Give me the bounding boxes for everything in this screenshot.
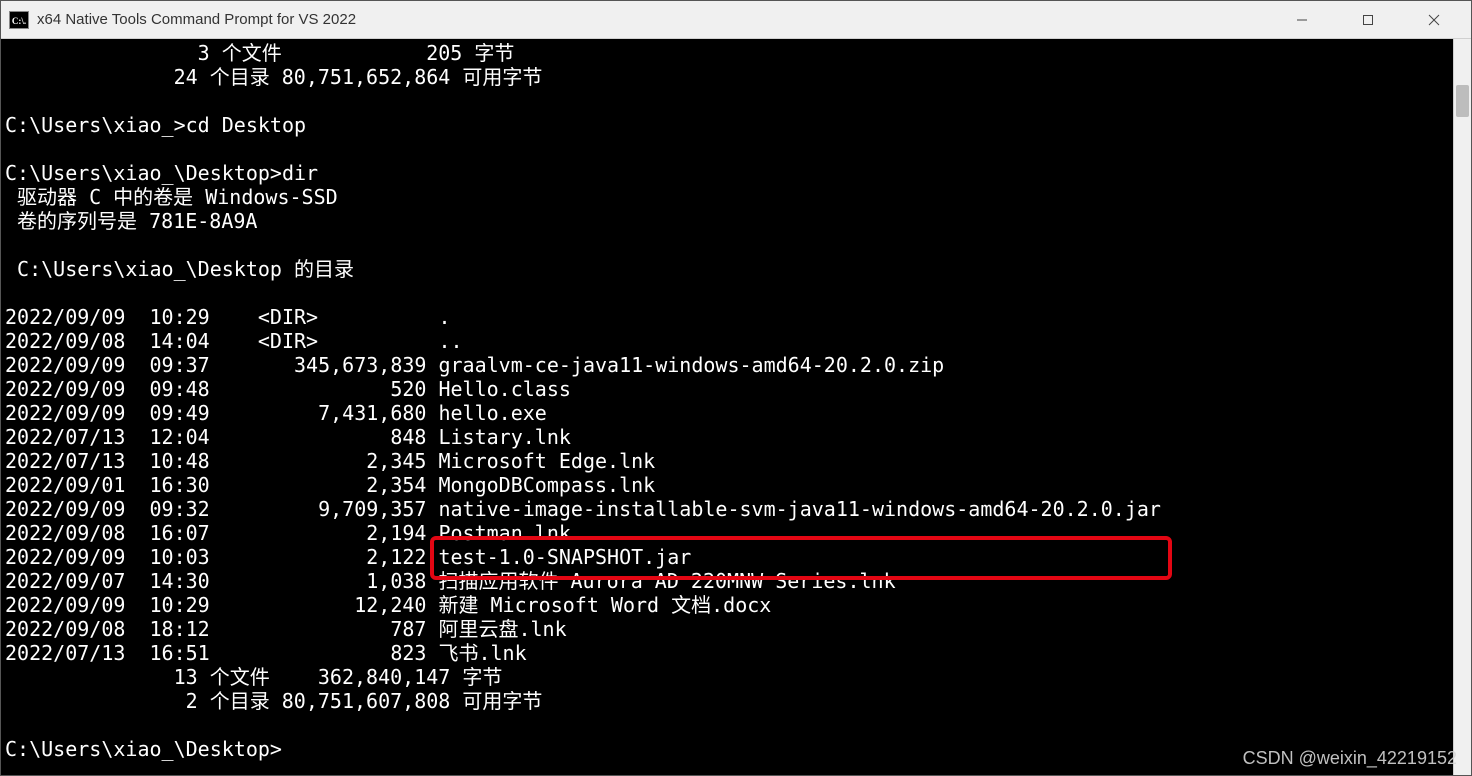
minimize-button[interactable]: [1269, 2, 1335, 38]
titlebar[interactable]: C:\. x64 Native Tools Command Prompt for…: [1, 1, 1471, 39]
maximize-button[interactable]: [1335, 2, 1401, 38]
close-button[interactable]: [1401, 2, 1467, 38]
app-window: C:\. x64 Native Tools Command Prompt for…: [0, 0, 1472, 776]
window-title: x64 Native Tools Command Prompt for VS 2…: [37, 11, 1269, 28]
scroll-thumb[interactable]: [1456, 85, 1469, 117]
watermark: CSDN @weixin_42219152: [1243, 748, 1457, 769]
scrollbar[interactable]: [1453, 39, 1471, 775]
cmd-icon: C:\.: [9, 11, 29, 29]
terminal-output[interactable]: 3 个文件 205 字节 24 个目录 80,751,652,864 可用字节 …: [1, 39, 1453, 775]
